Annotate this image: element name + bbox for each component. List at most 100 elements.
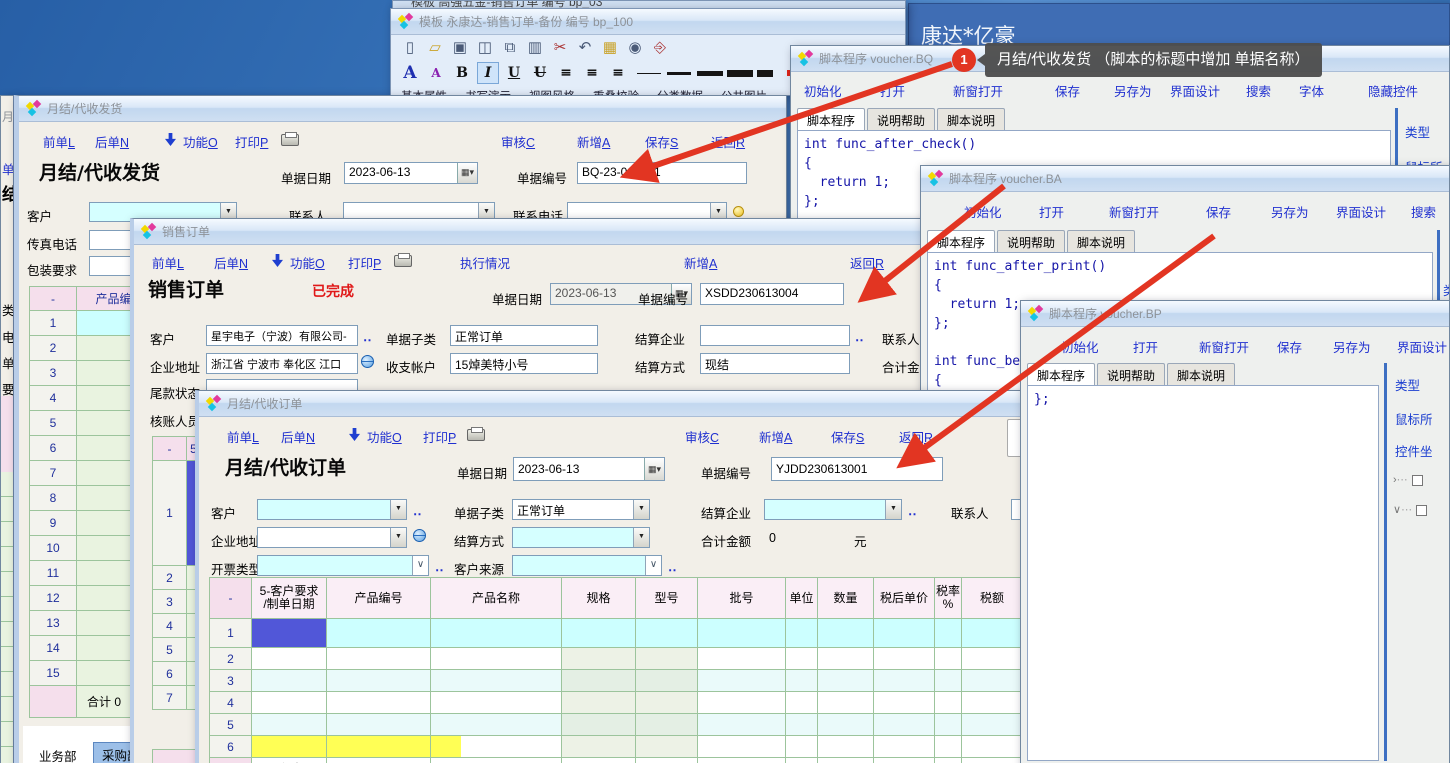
grid-cell[interactable] (962, 714, 1023, 736)
grid-cell[interactable] (698, 670, 786, 692)
grid-cell[interactable] (636, 670, 698, 692)
bold-button[interactable]: B (451, 62, 473, 84)
row-number[interactable]: 10 (29, 536, 77, 561)
menu-item[interactable]: 初始化 (1061, 337, 1099, 356)
grid-cell[interactable] (431, 692, 562, 714)
grid-cell[interactable] (431, 670, 562, 692)
align-left-icon[interactable]: ≡ (555, 62, 577, 84)
grid-cell[interactable] (562, 648, 636, 670)
row-number[interactable]: 5 (152, 638, 187, 662)
row-number[interactable]: 4 (209, 692, 252, 714)
grid-cell[interactable] (562, 619, 636, 648)
menu-item[interactable]: 初始化 (964, 202, 1002, 221)
row-number[interactable]: 1 (209, 619, 252, 648)
grid-cell[interactable] (431, 714, 562, 736)
checkbox[interactable] (1412, 475, 1423, 486)
grid-cell[interactable] (636, 736, 698, 758)
image-icon[interactable]: ▦ (599, 38, 621, 58)
menu-item[interactable]: 前单L (152, 253, 184, 272)
row-number[interactable]: 15 (29, 661, 77, 686)
menu-item[interactable]: 搜索 (1411, 202, 1436, 221)
grid-cell[interactable] (935, 714, 962, 736)
menu-item[interactable]: 新窗打开 (1199, 337, 1249, 356)
method-input[interactable]: 现结 (700, 353, 850, 374)
grid-cell[interactable] (962, 648, 1023, 670)
line-thick[interactable] (727, 70, 753, 77)
chevron-down-icon[interactable]: ▼ (633, 528, 649, 547)
settle-company-dropdown[interactable]: ▼ (764, 499, 902, 520)
lookup-button[interactable]: ‥ (908, 503, 917, 519)
line-hairline[interactable] (637, 73, 661, 74)
grid-cell[interactable] (698, 714, 786, 736)
grid-cell[interactable] (935, 648, 962, 670)
grid-cell[interactable] (327, 692, 431, 714)
date-input[interactable]: 2023-06-13▦▾ (513, 457, 665, 481)
grid-cell[interactable] (962, 670, 1023, 692)
grid-cell[interactable] (786, 714, 818, 736)
paste-icon[interactable]: ▥ (524, 38, 546, 58)
menu-item[interactable]: 保存 (1206, 202, 1231, 221)
tab-sales-dept[interactable]: 业务部 (31, 744, 85, 763)
line-medium[interactable] (697, 71, 723, 76)
chevron-down-icon[interactable]: ▼ (885, 500, 901, 519)
lookup-button[interactable]: ‥ (363, 329, 372, 345)
new-icon[interactable]: ▯ (399, 38, 421, 58)
grid-cell[interactable] (818, 692, 874, 714)
save-icon[interactable]: ▣ (449, 38, 471, 58)
lookup-button[interactable]: ‥ (855, 329, 864, 345)
menu-item[interactable]: 审核C (685, 427, 719, 446)
grid-cell[interactable] (327, 648, 431, 670)
grid-cell[interactable] (818, 714, 874, 736)
print-preview-icon[interactable]: ◫ (474, 38, 496, 58)
subtype-input[interactable]: 正常订单 (450, 325, 598, 346)
customer-dropdown[interactable]: ▼ (257, 499, 407, 520)
open-icon[interactable]: ▱ (424, 38, 446, 58)
hint-bulb-icon[interactable] (733, 206, 744, 217)
strikethrough-button[interactable]: U (529, 62, 551, 84)
row-number[interactable]: 2 (152, 566, 187, 590)
menu-item[interactable]: 保存S (645, 132, 678, 151)
lookup-button[interactable]: ‥ (435, 559, 444, 575)
grid-cell[interactable] (252, 692, 327, 714)
grid-cell[interactable] (818, 648, 874, 670)
row-number[interactable]: 4 (152, 614, 187, 638)
menu-item[interactable]: 新窗打开 (953, 81, 1003, 100)
grid-cell[interactable] (252, 736, 327, 758)
grid-cell[interactable] (874, 736, 935, 758)
grid-cell[interactable] (327, 736, 431, 758)
underline-button[interactable]: U (503, 62, 525, 84)
grid-cell[interactable] (935, 619, 962, 648)
date-input[interactable]: 2023-06-13▦▾ (344, 162, 478, 184)
ba-titlebar[interactable]: 脚本程序 voucher.BA (921, 166, 1449, 192)
menu-item[interactable]: 另存为 (1114, 81, 1152, 100)
menu-item[interactable]: 审核C (501, 132, 535, 151)
line-thin[interactable] (667, 72, 691, 75)
grid-cell[interactable] (562, 692, 636, 714)
row-number[interactable]: 3 (209, 670, 252, 692)
doc-no-input[interactable]: XSDD230613004 (700, 283, 844, 305)
align-right-icon[interactable]: ≡ (607, 62, 629, 84)
menu-item[interactable]: 新增A (577, 132, 610, 151)
menu-item[interactable]: 保存S (831, 427, 864, 446)
lookup-button[interactable]: ‥ (668, 559, 677, 575)
undo-icon[interactable]: ↶ (574, 38, 596, 58)
grid-cell[interactable] (818, 619, 874, 648)
address-dropdown[interactable]: ▼ (257, 527, 407, 548)
row-number[interactable]: 12 (29, 586, 77, 611)
row-number[interactable]: 7 (152, 686, 187, 710)
grid-cell[interactable] (818, 736, 874, 758)
doc-no-input[interactable]: YJDD230613001 (771, 457, 943, 481)
row-number[interactable]: 13 (29, 611, 77, 636)
grid-cell[interactable] (327, 619, 431, 648)
menu-item[interactable]: 另存为 (1333, 337, 1371, 356)
grid-cell[interactable] (431, 619, 562, 648)
calendar-icon[interactable]: ▦▾ (457, 163, 477, 183)
grid-cell[interactable] (431, 736, 562, 758)
row-number[interactable]: 4 (29, 386, 77, 411)
row-number[interactable]: 6 (29, 436, 77, 461)
menu-item[interactable]: 打开 (880, 81, 905, 100)
cut-icon[interactable]: ✂ (549, 38, 571, 58)
menu-item[interactable]: 新增A (759, 427, 792, 446)
globe-icon[interactable] (413, 529, 426, 542)
grid-cell[interactable] (698, 736, 786, 758)
